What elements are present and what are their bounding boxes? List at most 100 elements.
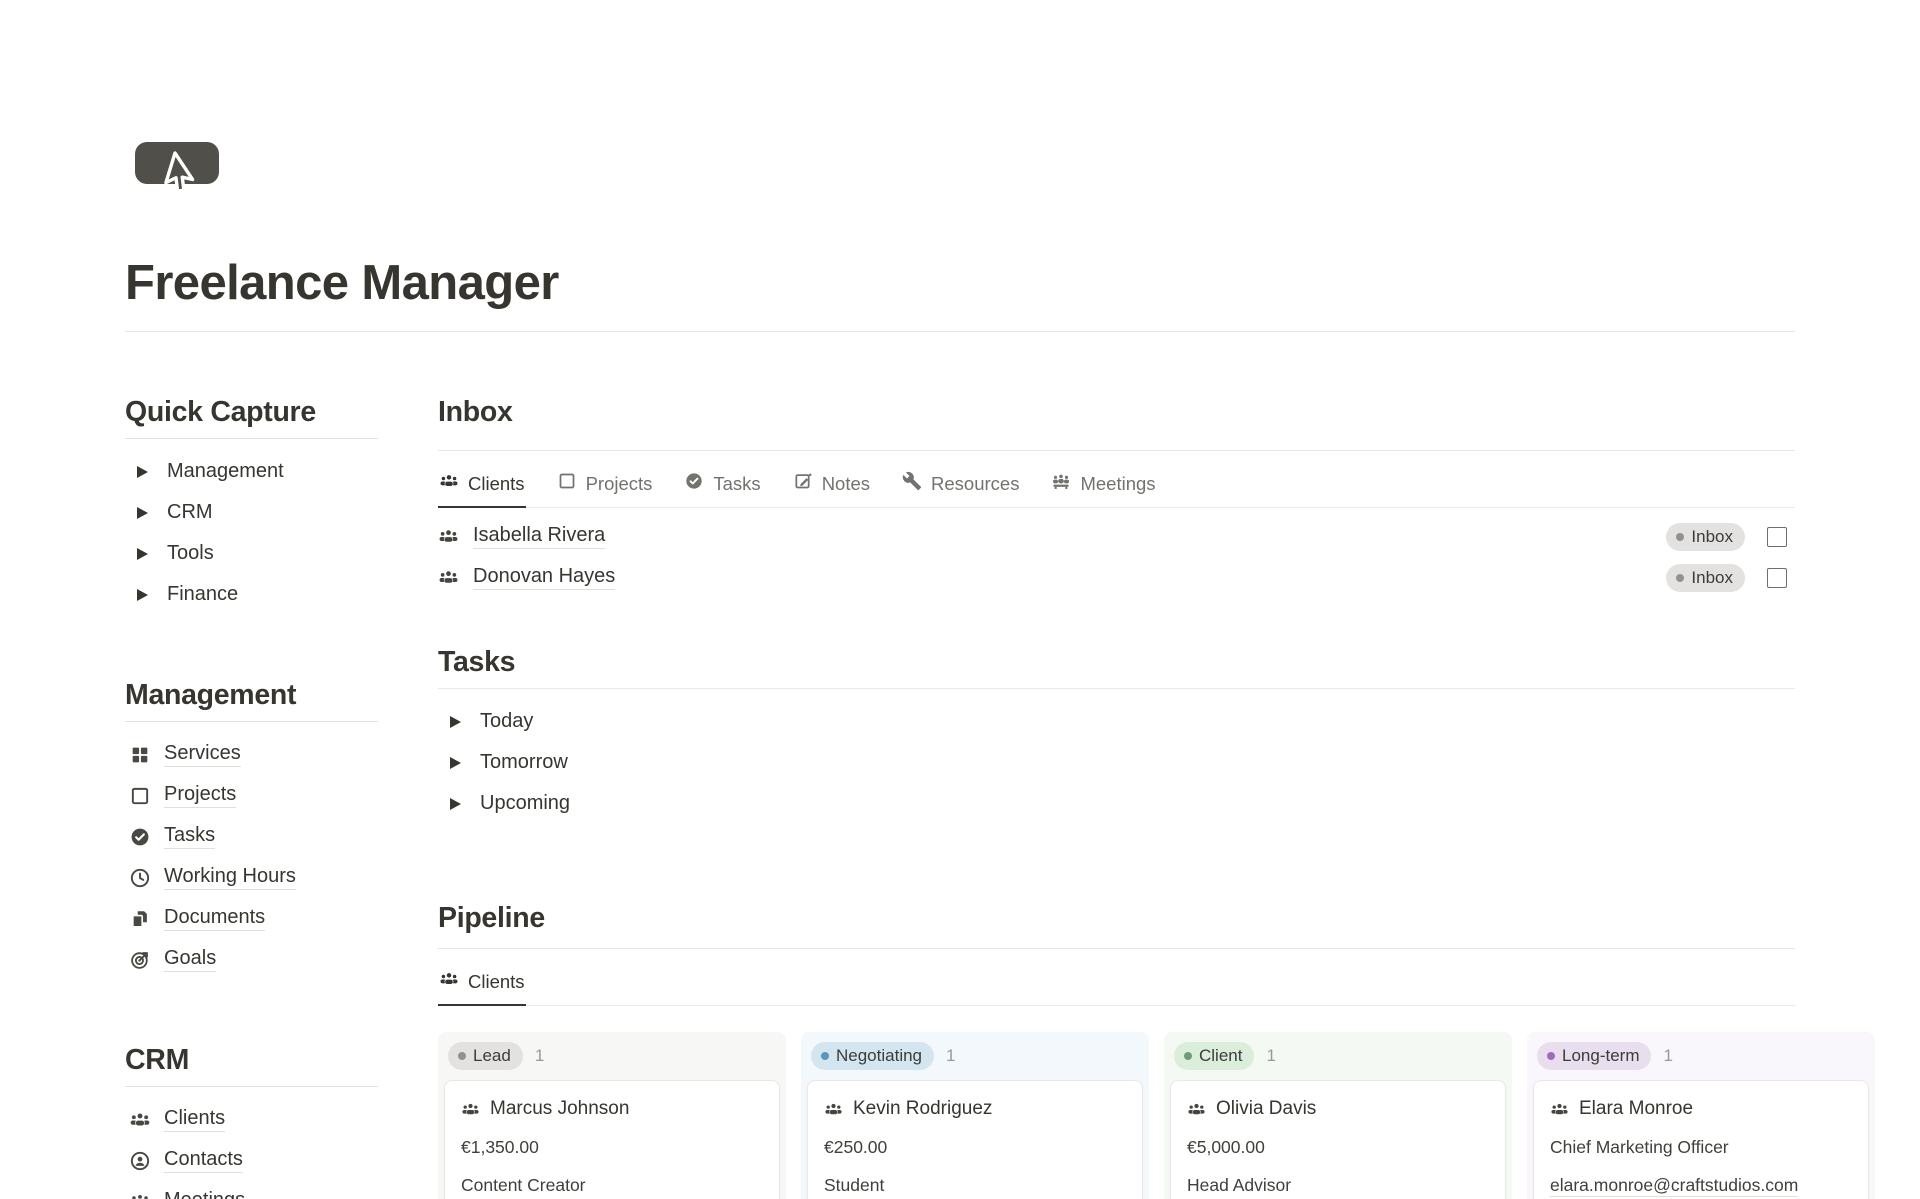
people-icon bbox=[439, 969, 459, 994]
column-count: 1 bbox=[946, 1046, 955, 1066]
toggle-tomorrow[interactable]: Tomorrow bbox=[438, 742, 1795, 783]
sidebar-link[interactable]: Documents bbox=[164, 906, 265, 931]
meeting-icon bbox=[127, 1189, 153, 1199]
column-status-badge[interactable]: Long-term bbox=[1537, 1042, 1651, 1070]
kanban-card-olivia-davis[interactable]: Olivia Davis €5,000.00 Head Advisor bbox=[1170, 1080, 1506, 1199]
column-status-badge[interactable]: Negotiating bbox=[811, 1042, 934, 1070]
column-status-label: Long-term bbox=[1562, 1046, 1639, 1066]
person-circle-icon bbox=[127, 1148, 153, 1174]
tab-notes[interactable]: Notes bbox=[792, 463, 871, 508]
sidebar: Quick Capture Management CRM Tools bbox=[125, 394, 378, 1199]
pipeline-heading: Pipeline bbox=[438, 900, 1795, 949]
toggle-crm[interactable]: CRM bbox=[125, 492, 378, 533]
inbox-list: Isabella Rivera Inbox Donovan Hayes bbox=[438, 508, 1795, 598]
sidebar-item-services[interactable]: Services bbox=[125, 734, 378, 775]
page-title: Freelance Manager bbox=[125, 255, 1920, 311]
toggle-arrow-icon[interactable] bbox=[129, 459, 155, 485]
status-badge: Inbox bbox=[1666, 523, 1745, 551]
people-icon bbox=[824, 1100, 843, 1119]
inbox-tabbar: Clients Projects Tasks Notes bbox=[438, 451, 1795, 508]
tab-pipeline-clients[interactable]: Clients bbox=[438, 961, 526, 1006]
toggle-today[interactable]: Today bbox=[438, 701, 1795, 742]
kanban-card-marcus-johnson[interactable]: Marcus Johnson €1,350.00 Content Creator bbox=[444, 1080, 780, 1199]
sidebar-link[interactable]: Contacts bbox=[164, 1148, 243, 1173]
sidebar-item-projects[interactable]: Projects bbox=[125, 775, 378, 816]
card-role: Student bbox=[824, 1175, 1126, 1196]
tab-meetings[interactable]: Meetings bbox=[1050, 463, 1156, 508]
toggle-arrow-icon[interactable] bbox=[129, 582, 155, 608]
toggle-tools[interactable]: Tools bbox=[125, 533, 378, 574]
kanban-column-negotiating: Negotiating 1 Kevin Rodriguez €250.00 St… bbox=[801, 1032, 1149, 1199]
tab-tasks[interactable]: Tasks bbox=[683, 463, 761, 508]
sidebar-item-goals[interactable]: Goals bbox=[125, 939, 378, 980]
toggle-arrow-icon[interactable] bbox=[129, 500, 155, 526]
management-group: Management Services Projects Tasks bbox=[125, 677, 378, 980]
card-title: Elara Monroe bbox=[1579, 1098, 1693, 1120]
sidebar-item-working-hours[interactable]: Working Hours bbox=[125, 857, 378, 898]
toggle-label: CRM bbox=[167, 501, 213, 524]
management-heading: Management bbox=[125, 677, 378, 722]
toggle-upcoming[interactable]: Upcoming bbox=[438, 783, 1795, 824]
square-icon bbox=[557, 471, 577, 496]
toggle-arrow-icon[interactable] bbox=[442, 791, 468, 817]
client-page-link[interactable]: Donovan Hayes bbox=[473, 565, 615, 590]
tab-label: Notes bbox=[822, 473, 870, 495]
sidebar-item-contacts[interactable]: Contacts bbox=[125, 1140, 378, 1181]
toggle-management[interactable]: Management bbox=[125, 451, 378, 492]
meeting-icon bbox=[1051, 471, 1071, 496]
inbox-section: Inbox Clients Projects Tasks bbox=[438, 394, 1795, 598]
square-icon bbox=[127, 783, 153, 809]
people-icon bbox=[1187, 1100, 1206, 1119]
tab-projects[interactable]: Projects bbox=[556, 463, 654, 508]
card-role: Content Creator bbox=[461, 1175, 763, 1196]
sidebar-link[interactable]: Working Hours bbox=[164, 865, 296, 890]
toggle-finance[interactable]: Finance bbox=[125, 574, 378, 615]
freelance-manager-page: Freelance Manager Quick Capture Manageme… bbox=[0, 0, 1920, 1199]
status-badge: Inbox bbox=[1666, 564, 1745, 592]
column-status-badge[interactable]: Lead bbox=[448, 1042, 523, 1070]
card-email-link[interactable]: elara.monroe@craftstudios.com bbox=[1550, 1175, 1798, 1197]
sidebar-link[interactable]: Services bbox=[164, 742, 241, 767]
sidebar-link[interactable]: Projects bbox=[164, 783, 236, 808]
column-status-label: Client bbox=[1199, 1046, 1242, 1066]
tab-clients[interactable]: Clients bbox=[438, 463, 526, 508]
check-circle-icon bbox=[127, 824, 153, 850]
column-count: 1 bbox=[1663, 1046, 1672, 1066]
card-amount: €5,000.00 bbox=[1187, 1137, 1489, 1158]
sidebar-link[interactable]: Meetings bbox=[164, 1189, 245, 1199]
sidebar-link[interactable]: Tasks bbox=[164, 824, 215, 849]
sidebar-item-documents[interactable]: Documents bbox=[125, 898, 378, 939]
sidebar-item-clients[interactable]: Clients bbox=[125, 1099, 378, 1140]
target-icon bbox=[127, 947, 153, 973]
card-amount: €1,350.00 bbox=[461, 1137, 763, 1158]
toggle-label: Upcoming bbox=[480, 792, 570, 815]
card-title: Olivia Davis bbox=[1216, 1098, 1316, 1120]
kanban-card-kevin-rodriguez[interactable]: Kevin Rodriguez €250.00 Student bbox=[807, 1080, 1143, 1199]
people-icon bbox=[1550, 1100, 1569, 1119]
kanban-card-elara-monroe[interactable]: Elara Monroe Chief Marketing Officer ela… bbox=[1533, 1080, 1869, 1199]
client-page-link[interactable]: Isabella Rivera bbox=[473, 524, 605, 549]
sidebar-item-tasks[interactable]: Tasks bbox=[125, 816, 378, 857]
tab-resources[interactable]: Resources bbox=[901, 463, 1020, 508]
sidebar-link[interactable]: Goals bbox=[164, 947, 216, 972]
column-status-badge[interactable]: Client bbox=[1174, 1042, 1254, 1070]
grid-icon bbox=[127, 742, 153, 768]
column-count: 1 bbox=[535, 1046, 544, 1066]
row-checkbox[interactable] bbox=[1767, 568, 1787, 588]
card-role: Chief Marketing Officer bbox=[1550, 1137, 1852, 1158]
toggle-label: Today bbox=[480, 710, 533, 733]
tab-label: Clients bbox=[468, 971, 525, 993]
quick-capture-group: Quick Capture Management CRM Tools bbox=[125, 394, 378, 615]
toggle-arrow-icon[interactable] bbox=[442, 709, 468, 735]
card-title: Marcus Johnson bbox=[490, 1098, 629, 1120]
toggle-label: Management bbox=[167, 460, 284, 483]
sidebar-link[interactable]: Clients bbox=[164, 1107, 225, 1132]
sidebar-item-meetings[interactable]: Meetings bbox=[125, 1181, 378, 1199]
row-checkbox[interactable] bbox=[1767, 527, 1787, 547]
status-dot-icon bbox=[1547, 1052, 1555, 1060]
tasks-section: Tasks Today Tomorrow Upcoming bbox=[438, 644, 1795, 824]
inbox-heading: Inbox bbox=[438, 394, 1795, 451]
wrench-icon bbox=[902, 471, 922, 496]
toggle-arrow-icon[interactable] bbox=[442, 750, 468, 776]
toggle-arrow-icon[interactable] bbox=[129, 541, 155, 567]
